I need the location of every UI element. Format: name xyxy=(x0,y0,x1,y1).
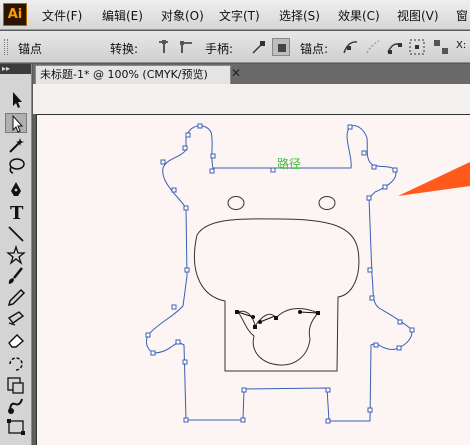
left-eye-shape[interactable] xyxy=(227,196,245,210)
cow-face-shape[interactable] xyxy=(193,218,360,372)
path-hover-label: 路径 xyxy=(277,157,302,171)
right-eye-shape[interactable] xyxy=(318,196,336,210)
cow-artwork[interactable] xyxy=(0,0,470,445)
orange-arrow-pointer xyxy=(398,162,470,196)
